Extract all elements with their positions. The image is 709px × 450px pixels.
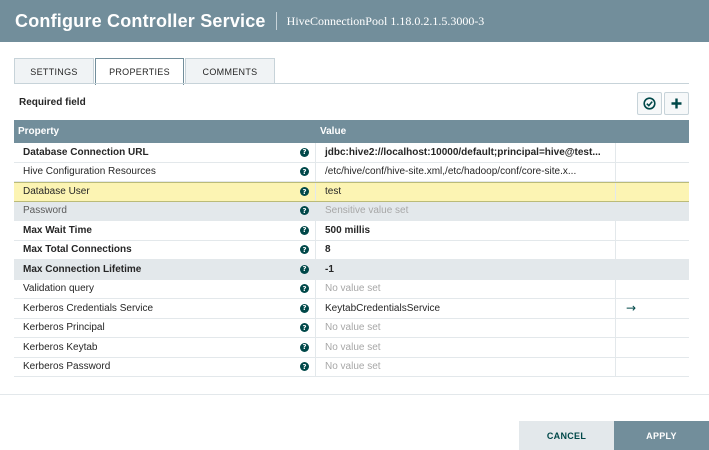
help-icon[interactable]: ? xyxy=(300,187,309,197)
table-row[interactable]: Validation query? No value set xyxy=(14,279,689,299)
tab-properties[interactable]: PROPERTIES xyxy=(95,58,184,85)
footer-divider xyxy=(0,394,709,395)
dialog-header: Configure Controller Service HiveConnect… xyxy=(0,0,709,42)
row-actions xyxy=(616,143,689,162)
property-name: Kerberos Principal xyxy=(23,322,105,334)
property-name: Password xyxy=(23,205,67,217)
property-name: Hive Configuration Resources xyxy=(23,166,156,178)
help-icon[interactable]: ? xyxy=(300,167,309,177)
table-row[interactable]: Kerberos Keytab? No value set xyxy=(14,338,689,358)
property-value[interactable]: No value set xyxy=(316,318,616,337)
properties-table: Property Value Database Connection URL? … xyxy=(14,120,689,377)
property-name: Kerberos Keytab xyxy=(23,341,98,353)
tab-settings[interactable]: SETTINGS xyxy=(14,58,94,84)
plus-icon xyxy=(671,98,682,109)
row-actions xyxy=(616,260,689,279)
table-row[interactable]: Kerberos Password? No value set xyxy=(14,357,689,377)
table-header: Property Value xyxy=(14,120,689,143)
property-name: Max Connection Lifetime xyxy=(23,263,142,275)
property-name: Max Total Connections xyxy=(23,244,132,256)
help-icon[interactable]: ? xyxy=(300,147,309,157)
property-value[interactable]: No value set xyxy=(316,357,616,376)
tab-bar: SETTINGS PROPERTIES COMMENTS xyxy=(14,58,276,85)
property-name: Kerberos Password xyxy=(23,361,111,373)
table-row[interactable]: Kerberos Credentials Service? KeytabCred… xyxy=(14,299,689,319)
apply-button[interactable]: APPLY xyxy=(614,421,709,450)
table-row[interactable]: Kerberos Principal? No value set xyxy=(14,318,689,338)
goto-service-arrow-icon[interactable]: → xyxy=(626,301,636,315)
check-circle-icon xyxy=(643,97,656,110)
row-actions: → xyxy=(616,299,689,318)
help-icon[interactable]: ? xyxy=(300,303,309,313)
property-value[interactable]: jdbc:hive2://localhost:10000/default;pri… xyxy=(316,143,616,162)
table-row-selected[interactable]: Database User? test xyxy=(14,182,689,202)
help-icon[interactable]: ? xyxy=(300,225,309,235)
property-name: Max Wait Time xyxy=(23,224,92,236)
table-row[interactable]: Max Total Connections? 8 xyxy=(14,240,689,260)
property-value[interactable]: No value set xyxy=(316,279,616,298)
column-header-property: Property xyxy=(18,126,60,137)
table-row[interactable]: Max Connection Lifetime? -1 xyxy=(14,260,689,280)
add-property-button[interactable] xyxy=(664,92,689,115)
help-icon[interactable]: ? xyxy=(300,323,309,333)
help-icon[interactable]: ? xyxy=(300,206,309,216)
table-row[interactable]: Max Wait Time? 500 millis xyxy=(14,221,689,241)
property-name: Kerberos Credentials Service xyxy=(23,302,154,314)
property-value[interactable]: /etc/hive/conf/hive-site.xml,/etc/hadoop… xyxy=(316,162,616,181)
cancel-button[interactable]: CANCEL xyxy=(519,421,614,450)
row-actions xyxy=(616,358,689,377)
property-value[interactable]: Sensitive value set xyxy=(316,201,616,220)
verify-properties-button[interactable] xyxy=(637,92,662,115)
tab-comments[interactable]: COMMENTS xyxy=(185,58,275,84)
configure-controller-service-dialog: Configure Controller Service HiveConnect… xyxy=(0,0,709,450)
row-actions xyxy=(616,241,689,260)
row-actions xyxy=(616,183,689,201)
help-icon[interactable]: ? xyxy=(300,284,309,294)
row-actions xyxy=(616,280,689,299)
help-icon[interactable]: ? xyxy=(300,362,309,372)
property-name: Validation query xyxy=(23,283,94,295)
property-value[interactable]: -1 xyxy=(316,260,616,279)
row-actions xyxy=(616,319,689,338)
column-header-value: Value xyxy=(320,126,347,137)
tab-divider xyxy=(14,83,689,84)
property-name: Database Connection URL xyxy=(23,146,149,158)
table-row[interactable]: Database Connection URL? jdbc:hive2://lo… xyxy=(14,143,689,163)
help-icon[interactable]: ? xyxy=(300,264,309,274)
dialog-subtitle: HiveConnectionPool 1.18.0.2.1.5.3000-3 xyxy=(286,13,485,28)
table-row[interactable]: Hive Configuration Resources? /etc/hive/… xyxy=(14,162,689,182)
property-value[interactable]: No value set xyxy=(316,338,616,357)
property-value[interactable]: 500 millis xyxy=(316,221,616,240)
property-value[interactable]: 8 xyxy=(316,240,616,259)
row-actions xyxy=(616,163,689,182)
row-actions xyxy=(616,202,689,221)
required-field-label: Required field xyxy=(19,97,86,108)
help-icon[interactable]: ? xyxy=(300,245,309,255)
row-actions xyxy=(616,221,689,240)
property-name: Database User xyxy=(23,186,90,198)
property-value[interactable]: test xyxy=(316,183,616,201)
table-row[interactable]: Password? Sensitive value set xyxy=(14,201,689,221)
row-actions xyxy=(616,338,689,357)
property-value[interactable]: KeytabCredentialsService xyxy=(316,299,616,318)
title-divider xyxy=(275,12,277,30)
dialog-title: Configure Controller Service xyxy=(15,10,266,31)
help-icon[interactable]: ? xyxy=(300,342,309,352)
